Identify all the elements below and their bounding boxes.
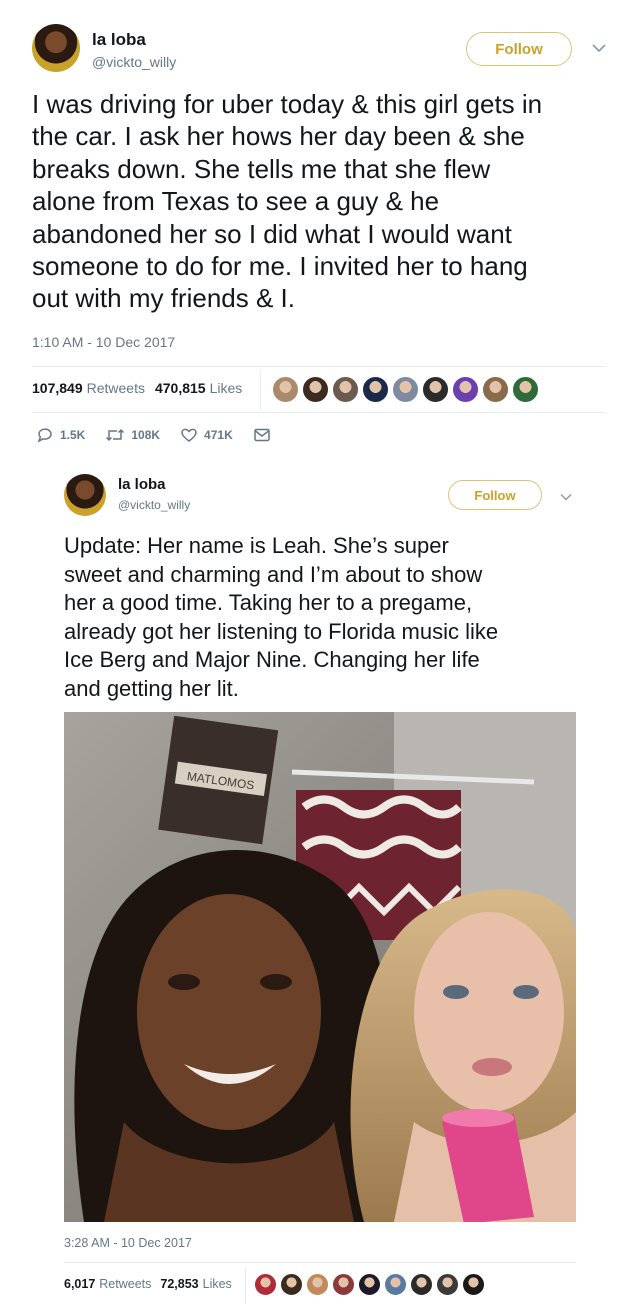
avatar[interactable] [32,24,80,72]
tweet-text-line: already got her listening to Florida mus… [64,618,499,644]
liker-avatar[interactable] [254,1273,277,1296]
liker-avatars [254,1273,488,1296]
liker-avatar[interactable] [302,376,329,403]
likes-label[interactable]: Likes [210,380,243,396]
retweets-count[interactable]: 6,017 [64,1277,95,1291]
heart-icon [181,428,197,442]
divider [245,1268,246,1304]
liker-avatar[interactable] [332,1273,355,1296]
liker-avatar[interactable] [272,376,299,403]
like-button[interactable]: 471K [180,426,233,444]
timestamp[interactable]: 3:28 AM - 10 Dec 2017 [64,1236,192,1250]
display-name[interactable]: la loba [118,476,166,493]
liker-avatar[interactable] [306,1273,329,1296]
tweet-text: I was driving for uber today & this girl… [32,88,622,315]
timestamp[interactable]: 1:10 AM - 10 Dec 2017 [32,334,175,350]
liker-avatars [272,376,542,403]
user-handle[interactable]: @vickto_willy [92,54,176,70]
liker-avatar[interactable] [384,1273,407,1296]
likes-count[interactable]: 72,853 [160,1277,198,1291]
liker-avatar[interactable] [422,376,449,403]
liker-avatar[interactable] [392,376,419,403]
retweets-count[interactable]: 107,849 [32,380,83,396]
tweet-text-line: Update: Her name is Leah. She’s super [64,533,449,558]
chevron-down-icon[interactable] [560,488,572,504]
tweet-text-line: abandoned her so I did what I would want [32,218,512,249]
tweet-text-line: out with my friends & I. [32,283,295,314]
divider [32,366,606,367]
liker-avatar[interactable] [410,1273,433,1296]
tweet-text-line: alone from Texas to see a guy & he [32,186,440,217]
reply-icon [37,428,52,443]
engagement-stats: 6,017 Retweets 72,853 Likes [64,1277,232,1291]
reply-count: 1.5K [60,428,86,442]
liker-avatar[interactable] [452,376,479,403]
retweet-count: 108K [131,428,161,442]
tweet-text-line: the car. I ask her hows her day been & s… [32,121,525,152]
engagement-stats: 107,849 Retweets 470,815 Likes [32,380,242,396]
avatar[interactable] [64,474,106,516]
tweet-text-line: someone to do for me. I invited her to h… [32,251,528,282]
tweet-text: Update: Her name is Leah. She’s super sw… [64,532,604,703]
direct-message-button[interactable] [253,426,277,444]
divider [260,370,261,410]
liker-avatar[interactable] [280,1273,303,1296]
liker-avatar[interactable] [436,1273,459,1296]
tweet-text-line: sweet and charming and I’m about to show [64,561,483,587]
retweets-label[interactable]: Retweets [99,1277,151,1291]
tweet-text-line: her a good time. Taking her to a pregame… [64,590,473,615]
liker-avatar[interactable] [462,1273,485,1296]
divider [64,1262,576,1263]
user-handle[interactable]: @vickto_willy [118,498,190,512]
tweet-text-line: I was driving for uber today & this girl… [32,89,543,119]
reply-button[interactable]: 1.5K [36,426,85,444]
likes-label[interactable]: Likes [203,1277,232,1291]
follow-button[interactable]: Follow [448,480,542,510]
envelope-icon [253,428,270,442]
tweet-photo[interactable]: MATLOMOS [64,712,576,1222]
chevron-down-icon[interactable] [592,40,606,56]
follow-button[interactable]: Follow [466,32,572,66]
retweets-label[interactable]: Retweets [87,380,145,396]
likes-count[interactable]: 470,815 [155,380,206,396]
action-bar: 1.5K 108K 471K [36,426,297,444]
liker-avatar[interactable] [482,376,509,403]
retweet-icon [106,428,125,442]
liker-avatar[interactable] [358,1273,381,1296]
divider [32,412,606,413]
like-count: 471K [204,428,233,442]
liker-avatar[interactable] [332,376,359,403]
tweet-text-line: and getting her lit. [64,675,239,701]
tweet-text-line: breaks down. She tells me that she flew [32,153,491,184]
retweet-button[interactable]: 108K [105,426,160,444]
liker-avatar[interactable] [362,376,389,403]
tweet-text-line: Ice Berg and Major Nine. Changing her li… [64,647,480,672]
liker-avatar[interactable] [512,376,539,403]
display-name[interactable]: la loba [92,30,146,50]
